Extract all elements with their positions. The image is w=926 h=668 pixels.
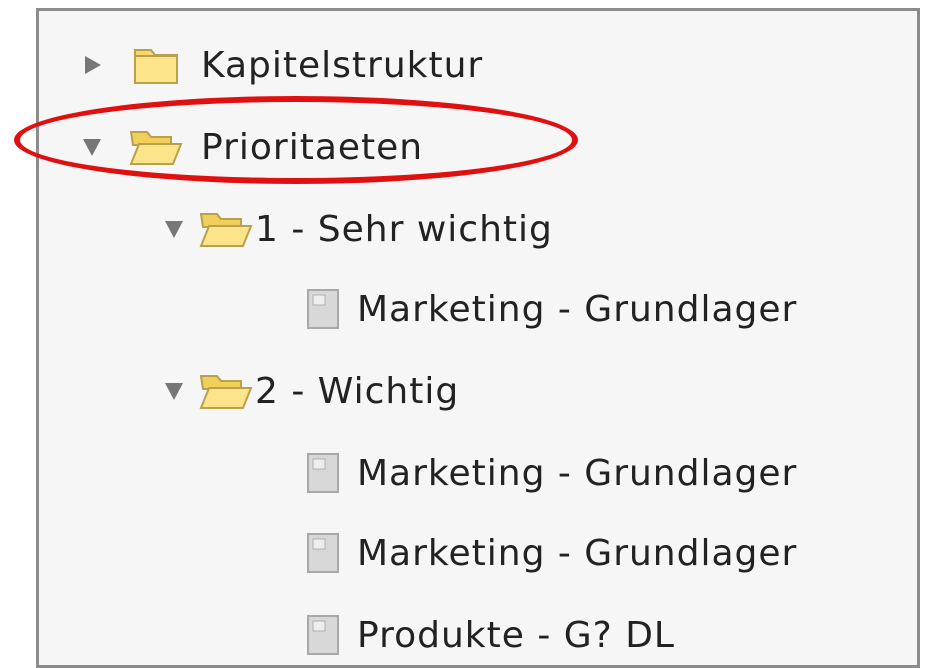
tree-item-label: Prioritaeten [201, 126, 424, 168]
tree-item-label: Marketing - Grundlager [357, 288, 798, 330]
folder-open-icon [127, 124, 185, 170]
tree-item-kapitelstruktur[interactable]: Kapitelstruktur [79, 33, 483, 97]
document-icon [305, 531, 341, 575]
tree-item-wichtig[interactable]: 2 - Wichtig [161, 359, 459, 423]
tree-item-document[interactable]: Marketing - Grundlager [305, 521, 797, 585]
tree-item-label: Marketing - Grundlager [357, 532, 798, 574]
tree-panel: Kapitelstruktur Prioritaeten 1 - Sehr wi… [36, 8, 920, 668]
triangle-right-icon[interactable] [79, 52, 105, 78]
triangle-down-icon[interactable] [79, 134, 105, 160]
document-icon [305, 287, 341, 331]
folder-open-icon [197, 368, 255, 414]
tree-item-prioritaeten[interactable]: Prioritaeten [79, 115, 423, 179]
folder-icon [127, 42, 185, 88]
tree-item-document[interactable]: Produkte - G? DL [305, 603, 675, 667]
folder-open-icon [197, 206, 255, 252]
tree-item-sehr-wichtig[interactable]: 1 - Sehr wichtig [161, 197, 553, 261]
tree-item-document[interactable]: Marketing - Grundlager [305, 277, 797, 341]
tree-item-label: 2 - Wichtig [255, 370, 460, 412]
document-icon [305, 613, 341, 657]
tree-item-label: Marketing - Grundlager [357, 452, 798, 494]
tree-item-document[interactable]: Marketing - Grundlager [305, 441, 797, 505]
tree-item-label: Produkte - G? DL [357, 614, 675, 656]
tree-item-label: Kapitelstruktur [201, 44, 484, 86]
triangle-down-icon[interactable] [161, 216, 187, 242]
document-icon [305, 451, 341, 495]
triangle-down-icon[interactable] [161, 378, 187, 404]
tree-item-label: 1 - Sehr wichtig [255, 208, 553, 250]
